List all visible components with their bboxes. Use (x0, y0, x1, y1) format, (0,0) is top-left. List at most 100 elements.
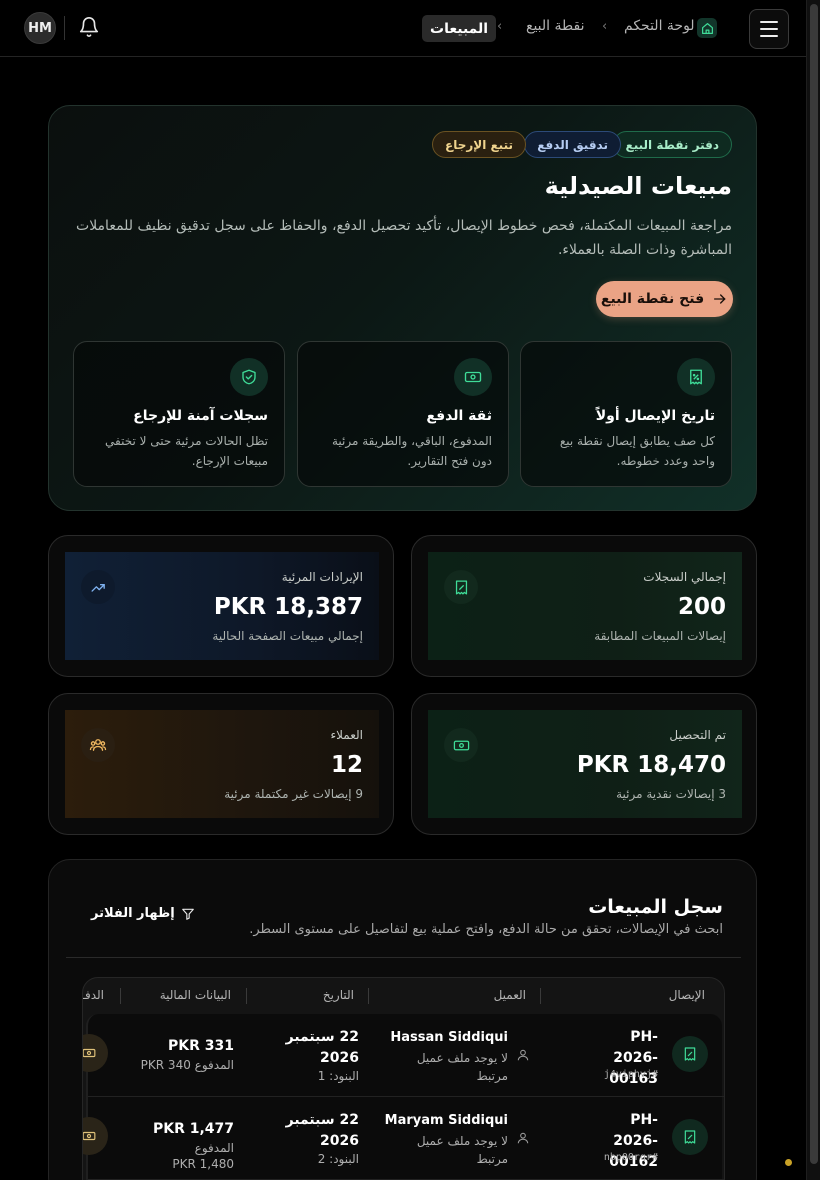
stat-card-total-records: إجمالي السجلات 200 إيصالات المبيعات المط… (411, 535, 757, 677)
breadcrumb-pos[interactable]: نقطة البيع (526, 18, 584, 34)
receipt-code: j4viphvj# (603, 1069, 658, 1080)
users-icon (81, 728, 115, 762)
stat-card-body: تم التحصيل PKR 18,470 3 إيصالات نقدية مر… (428, 710, 742, 818)
stat-label: تم التحصيل (669, 728, 726, 742)
paid-label: المدفوع (194, 1058, 234, 1072)
stat-label: إجمالي السجلات (643, 570, 726, 584)
breadcrumb-separator-icon: ‹ (497, 19, 503, 34)
stat-value: PKR 18,470 (576, 752, 726, 778)
tag-return-tracking: تتبع الإرجاع (432, 131, 526, 158)
table-row[interactable]: PH-2026-00162 nbp00rqr# Maryam Siddiqui … (83, 1097, 724, 1180)
open-pos-button[interactable]: فتح نقطة البيع (596, 281, 733, 317)
cash-icon (454, 358, 492, 396)
sale-amount: PKR 331 (168, 1038, 234, 1054)
feature-description: تظل الحالات مرئية حتى لا تختفي مبيعات ال… (105, 434, 268, 468)
column-header-customer[interactable]: العميل (494, 988, 526, 1002)
receipt-icon (677, 358, 715, 396)
divider (66, 957, 741, 958)
cash-icon (83, 1117, 108, 1155)
user-icon (517, 1049, 529, 1061)
cash-icon (83, 1034, 108, 1072)
item-count: البنود: 2 (317, 1152, 359, 1166)
sales-table: الإيصال العميل التاريخ البيانات المالية … (82, 977, 725, 1180)
item-count: البنود: 1 (317, 1069, 359, 1083)
paid-value: PKR 340 (140, 1058, 191, 1072)
breadcrumb-current: المبيعات (422, 15, 497, 42)
shield-check-icon (230, 358, 268, 396)
column-divider (120, 988, 121, 1004)
paid-summary: المدفوع PKR 340 (141, 1058, 234, 1072)
sale-amount: PKR 1,477 (152, 1121, 234, 1137)
page-title: مبيعات الصيدلية (544, 172, 732, 200)
stat-value: 200 (677, 594, 726, 620)
cash-icon (444, 728, 478, 762)
open-pos-label: فتح نقطة البيع (600, 291, 705, 307)
breadcrumb-separator-icon: ‹ (602, 19, 608, 34)
feature-description: كل صف يطابق إيصال نقطة بيع واحد وعدد خطو… (559, 434, 715, 468)
stat-card-visible-revenue: الإيرادات المرئية PKR 18,387 إجمالي مبيع… (48, 535, 394, 677)
bell-icon[interactable] (78, 16, 100, 38)
column-header-payment[interactable]: الدفـ (83, 988, 104, 1002)
column-divider (540, 988, 541, 1004)
stat-card-body: العملاء 12 9 إيصالات غير مكتملة مرئية (65, 710, 379, 818)
stat-card-collected: تم التحصيل PKR 18,470 3 إيصالات نقدية مر… (411, 693, 757, 835)
stat-value: 12 (330, 752, 363, 778)
customer-name: Maryam Siddiqui (384, 1113, 508, 1128)
column-header-financials[interactable]: البيانات المالية (160, 988, 231, 1002)
customer-name: Hassan Siddiqui (390, 1030, 508, 1045)
receipt-icon (672, 1119, 708, 1155)
receipt-icon (444, 570, 478, 604)
feature-card-return-safe: سجلات آمنة للإرجاع تظل الحالات مرئية حتى… (73, 341, 285, 487)
feature-title: تاريخ الإيصال أولاً (595, 408, 715, 424)
hero-card: دفتر نقطة البيع تدقيق الدفع تتبع الإرجاع… (48, 105, 757, 511)
stat-subtext: إجمالي مبيعات الصفحة الحالية (212, 629, 363, 643)
status-dot (785, 1159, 792, 1166)
sale-date: 22 سبتمبر 2026 (285, 1112, 359, 1149)
stat-card-body: الإيرادات المرئية PKR 18,387 إجمالي مبيع… (65, 552, 379, 660)
receipt-number[interactable]: PH-2026-00162 (594, 1110, 658, 1173)
filter-icon (181, 908, 194, 920)
stat-subtext: إيصالات المبيعات المطابقة (594, 629, 726, 643)
receipt-code: nbp00rqr# (603, 1152, 658, 1163)
feature-title: ثقة الدفع (426, 408, 492, 424)
feature-card-payment-trust: ثقة الدفع المدفوع، الباقي، والطريقة مرئي… (297, 341, 509, 487)
receipt-icon (672, 1036, 708, 1072)
column-header-receipt[interactable]: الإيصال (669, 988, 705, 1002)
column-header-date[interactable]: التاريخ (323, 988, 354, 1002)
column-divider (368, 988, 369, 1004)
home-icon[interactable] (697, 18, 717, 38)
customer-note: لا يوجد ملف عميل مرتبط (416, 1134, 508, 1166)
menu-icon-bar (760, 21, 778, 23)
customer-note: لا يوجد ملف عميل مرتبط (416, 1051, 508, 1083)
scrollbar-thumb[interactable] (810, 4, 818, 1164)
feature-card-receipt-history: تاريخ الإيصال أولاً كل صف يطابق إيصال نق… (520, 341, 732, 487)
breadcrumb-home[interactable]: لوحة التحكم (624, 18, 695, 34)
feature-description: المدفوع، الباقي، والطريقة مرئية دون فتح … (331, 434, 492, 468)
table-row[interactable]: PH-2026-00163 j4viphvj# Hassan Siddiqui … (83, 1014, 724, 1097)
sales-log-description: ابحث في الإيصالات، تحقق من حالة الدفع، و… (249, 922, 723, 937)
receipt-number[interactable]: PH-2026-00163 (594, 1027, 658, 1090)
stat-label: العملاء (330, 728, 363, 742)
menu-button[interactable] (749, 9, 789, 49)
stat-value: PKR 18,387 (213, 594, 363, 620)
trending-up-icon (81, 570, 115, 604)
stat-card-customers: العملاء 12 9 إيصالات غير مكتملة مرئية (48, 693, 394, 835)
user-icon (517, 1132, 529, 1144)
app-root: HM المبيعات ‹ نقطة البيع ‹ لوحة التحكم د… (0, 0, 806, 1180)
sale-date: 22 سبتمبر 2026 (285, 1029, 359, 1066)
tag-pos-ledger: دفتر نقطة البيع (612, 131, 732, 158)
stat-label: الإيرادات المرئية (281, 570, 363, 584)
scrollbar[interactable] (806, 0, 820, 1180)
menu-icon-bar (760, 35, 778, 37)
stat-subtext: 9 إيصالات غير مكتملة مرئية (224, 787, 363, 801)
paid-value: PKR 1,480 (172, 1157, 234, 1171)
sales-log-card: سجل المبيعات ابحث في الإيصالات، تحقق من … (48, 859, 757, 1180)
arrow-right-icon (714, 294, 726, 304)
paid-label: المدفوع (194, 1141, 234, 1155)
column-divider (246, 988, 247, 1004)
show-filters-button[interactable]: إظهار الفلاتر (91, 906, 195, 921)
avatar[interactable]: HM (24, 12, 56, 44)
page-description: مراجعة المبيعات المكتملة، فحص خطوط الإيص… (76, 218, 732, 258)
tag-payment-audit: تدقيق الدفع (524, 131, 621, 158)
top-bar: HM المبيعات ‹ نقطة البيع ‹ لوحة التحكم (0, 0, 806, 57)
